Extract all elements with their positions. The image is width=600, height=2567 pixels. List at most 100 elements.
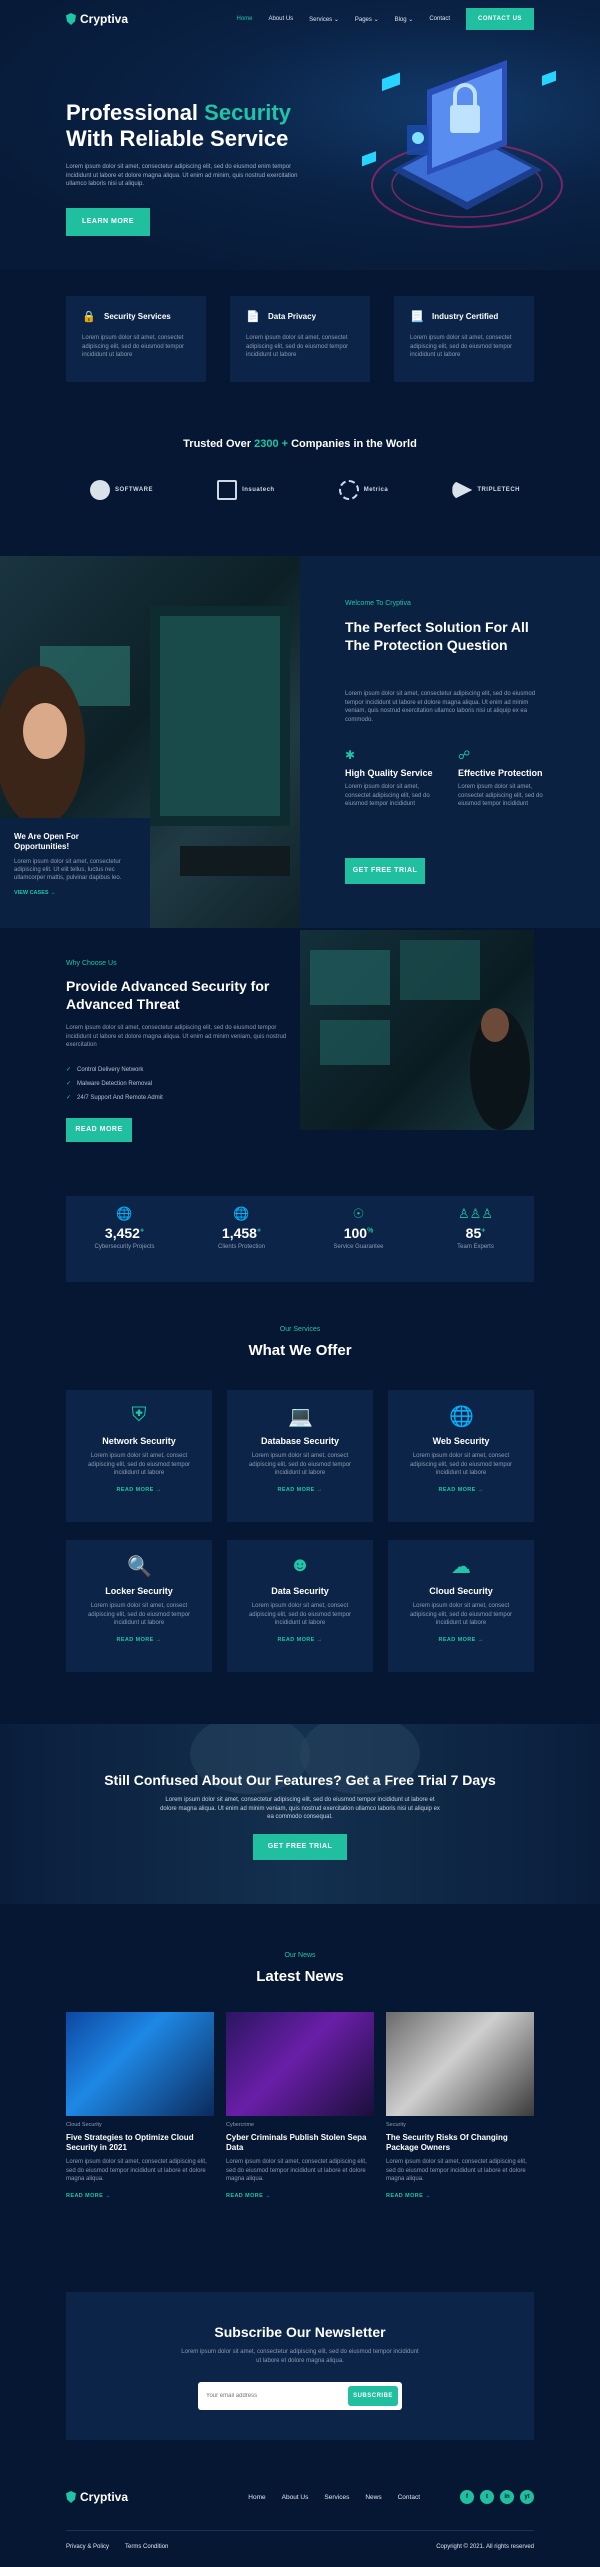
nav-pages[interactable]: Pages ⌄: [355, 16, 379, 23]
service-text: Lorem ipsum dolor sit amet, consect adip…: [409, 1453, 513, 1476]
news-read-more-link[interactable]: READ MORE →: [386, 2193, 534, 2199]
service-title: Network Security: [102, 1436, 176, 1446]
feature-title: Data Privacy: [268, 312, 317, 321]
learn-more-button[interactable]: LEARN MORE: [66, 208, 150, 236]
nav-contact[interactable]: Contact: [429, 16, 450, 23]
globe-icon: 🌐: [233, 1206, 250, 1221]
service-read-more-link[interactable]: READ MORE →: [227, 1487, 373, 1493]
nav-about[interactable]: About Us: [268, 16, 293, 23]
social-links: f t in yt: [460, 2490, 534, 2504]
news-headline[interactable]: Five Strategies to Optimize Cloud Securi…: [66, 2133, 214, 2153]
footer-menu: Home About Us Services News Contact: [248, 2494, 420, 2501]
news-read-more-link[interactable]: READ MORE →: [226, 2193, 374, 2199]
news-image: [66, 2012, 214, 2116]
footer-link-services[interactable]: Services: [324, 2494, 349, 2501]
news-headline[interactable]: Cyber Criminals Publish Stolen Sepa Data: [226, 2133, 374, 2153]
news-category: Cybercrime: [226, 2122, 255, 2128]
service-text: Lorem ipsum dolor sit amet, consect adip…: [409, 1603, 513, 1626]
news-category: Cloud Security: [66, 2122, 102, 2128]
nav-home[interactable]: Home: [236, 16, 252, 23]
twitter-icon[interactable]: t: [480, 2490, 494, 2504]
privacy-link[interactable]: Privacy & Policy: [66, 2544, 109, 2550]
news-category: Security: [386, 2122, 406, 2128]
email-input[interactable]: [206, 2388, 336, 2404]
news-read-more-link[interactable]: READ MORE →: [66, 2193, 214, 2199]
trial-title: Still Confused About Our Features? Get a…: [104, 1772, 496, 1788]
service-read-more-link[interactable]: READ MORE →: [66, 1637, 212, 1643]
service-text: Lorem ipsum dolor sit amet, consect adip…: [87, 1603, 191, 1626]
brand-name: Cryptiva: [80, 2490, 129, 2504]
why-title: Provide Advanced Security for Advanced T…: [66, 978, 270, 1012]
partner-logo: Metrica: [338, 480, 389, 500]
feature-text: Lorem ipsum dolor sit amet, consectet ad…: [410, 335, 513, 358]
service-card: ⛨ Network Security Lorem ipsum dolor sit a…: [66, 1390, 212, 1522]
why-list-item: Control Delivery Network: [66, 1063, 163, 1077]
nav-blog[interactable]: Blog ⌄: [395, 16, 414, 23]
view-cases-link[interactable]: VIEW CASES →: [14, 890, 136, 896]
trusted-text: Trusted Over: [183, 438, 255, 450]
news-card[interactable]: Cloud Security Five Strategies to Optimi…: [66, 2012, 214, 2199]
certificate-icon: 📃: [410, 311, 424, 323]
stat-number: 3,452: [104, 1225, 140, 1241]
feature-title: Industry Certified: [432, 312, 499, 321]
why-text: Lorem ipsum dolor sit amet, consectetur …: [66, 1025, 287, 1048]
stat-number: 85: [465, 1225, 482, 1241]
partner-name: Metrica: [363, 487, 389, 493]
brand-name: Cryptiva: [80, 12, 129, 26]
facebook-icon[interactable]: f: [460, 2490, 474, 2504]
about-feature: ✱ High Quality Service Lorem ipsum dolor…: [345, 748, 445, 809]
stat-label: Clients Protection: [217, 1244, 266, 1250]
footer-link-news[interactable]: News: [365, 2494, 381, 2501]
chevron-down-icon: ⌄: [408, 16, 414, 23]
service-title: Web Security: [432, 1436, 490, 1446]
news-card[interactable]: Cybercrime Cyber Criminals Publish Stole…: [226, 2012, 374, 2199]
service-title: Cloud Security: [429, 1586, 493, 1596]
footer-link-about[interactable]: About Us: [282, 2494, 309, 2501]
cloud-lock-icon: ☁: [451, 1556, 471, 1578]
service-text: Lorem ipsum dolor sit amet, consect adip…: [248, 1603, 352, 1626]
contact-us-button[interactable]: CONTACT US: [466, 8, 534, 30]
instagram-icon[interactable]: in: [500, 2490, 514, 2504]
web-globe-icon: 🌐: [449, 1406, 474, 1428]
read-more-button[interactable]: READ MORE: [66, 1118, 132, 1142]
about-feature-title: High Quality Service: [345, 768, 433, 778]
chevron-down-icon: ⌄: [373, 16, 379, 23]
get-free-trial-button[interactable]: GET FREE TRIAL: [345, 858, 425, 884]
trusted-count: 2300 +: [254, 438, 289, 450]
why-tag: Why Choose Us: [66, 960, 117, 967]
news-headline[interactable]: The Security Risks Of Changing Package O…: [386, 2133, 534, 2153]
hero-text: Lorem ipsum dolor sit amet, consectetur …: [66, 164, 298, 187]
service-read-more-link[interactable]: READ MORE →: [388, 1637, 534, 1643]
youtube-icon[interactable]: yt: [520, 2490, 534, 2504]
service-card: 💻 Database Security Lorem ipsum dolor sit …: [227, 1390, 373, 1522]
nav-blog-label: Blog: [394, 16, 407, 23]
stat-label: Cybersecurity Projects: [94, 1244, 155, 1250]
footer-bottom: Privacy & Policy Terms Condition Copyrig…: [66, 2544, 534, 2550]
nav-services-label: Services: [309, 16, 333, 23]
service-card: 🌐 Web Security Lorem ipsum dolor sit amet,…: [388, 1390, 534, 1522]
stat-suffix: +: [481, 1227, 486, 1235]
footer-logo[interactable]: Cryptiva: [66, 2490, 128, 2504]
stat-label: Team Experts: [457, 1244, 494, 1250]
brand-logo[interactable]: Cryptiva: [66, 12, 128, 26]
stat-suffix: +: [256, 1227, 262, 1235]
nav-services[interactable]: Services ⌄: [309, 16, 339, 23]
news-title: Latest News: [256, 1968, 344, 1985]
top-navbar: Cryptiva Home About Us Services ⌄ Pages …: [66, 8, 534, 30]
stat-suffix: +: [139, 1227, 145, 1235]
footer-top: Cryptiva Home About Us Services News Con…: [66, 2490, 534, 2504]
hero-title-part: Professional: [66, 100, 205, 125]
service-read-more-link[interactable]: READ MORE →: [388, 1487, 534, 1493]
footer-divider: [66, 2530, 534, 2531]
opportunities-card: We Are Open For Opportunities! Lorem ips…: [0, 818, 150, 928]
software-logo-icon: [90, 480, 110, 500]
footer-link-home[interactable]: Home: [248, 2494, 265, 2501]
terms-link[interactable]: Terms Condition: [125, 2544, 168, 2550]
subscribe-button[interactable]: SUBSCRIBE: [348, 2386, 398, 2406]
get-free-trial-button[interactable]: GET FREE TRIAL: [253, 1834, 347, 1860]
service-read-more-link[interactable]: READ MORE →: [227, 1637, 373, 1643]
partner-name: SOFTWARE: [115, 487, 153, 493]
news-card[interactable]: Security The Security Risks Of Changing …: [386, 2012, 534, 2199]
service-read-more-link[interactable]: READ MORE →: [66, 1487, 212, 1493]
footer-link-contact[interactable]: Contact: [398, 2494, 420, 2501]
